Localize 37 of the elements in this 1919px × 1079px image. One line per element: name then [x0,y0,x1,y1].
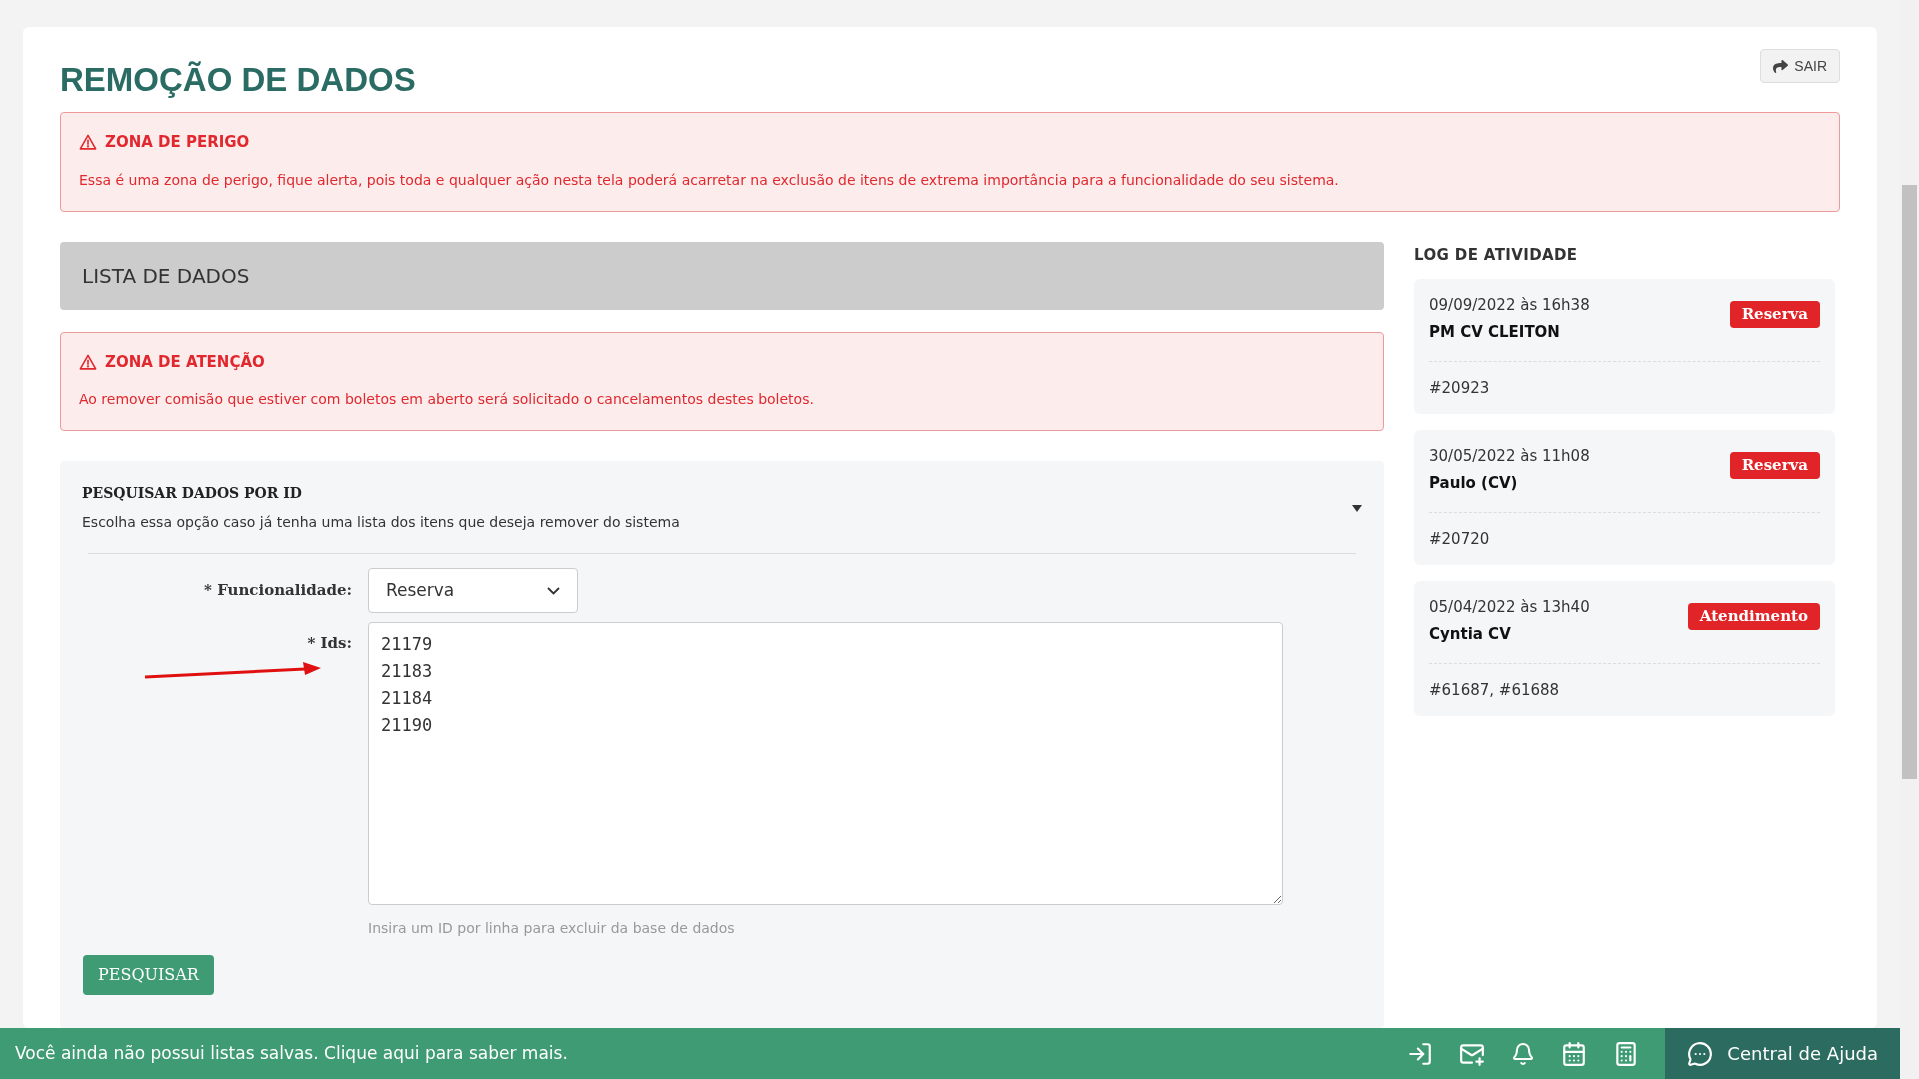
chat-bubble-icon [1687,1040,1714,1067]
log-datetime: 09/09/2022 às 16h38 [1429,295,1590,316]
ids-textarea[interactable]: 21179 21183 21184 21190 [368,622,1283,905]
log-tag: Reserva [1729,301,1820,328]
chevron-down-icon [547,586,560,595]
log-ids: #20923 [1429,379,1490,397]
log-user: PM CV CLEITON [1429,321,1561,343]
warning-icon [79,353,97,370]
alert-title: ZONA DE PERIGO [105,132,250,153]
collapse-header[interactable]: PESQUISAR DADOS POR ID Escolha essa opção caso já tenha uma lista dos itens que deseja remover do sistema [82,483,1362,553]
log-ids: #61687, #61688 [1429,681,1560,699]
field-label: * Ids: [306,633,353,654]
share-arrow-icon [1773,58,1789,74]
warning-icon [79,134,97,151]
alert-message: Essa é uma zona de perigo, fique alerta, pois toda e qualquer ação nesta tela poderá acarretar na exclusão de itens de extrema importância para a funcionalidade do seu sistema. [79,170,1340,190]
log-ids: #20720 [1429,530,1490,548]
panel-title: PESQUISAR DADOS POR ID [82,484,303,503]
log-datetime: 05/04/2022 às 13h40 [1429,597,1590,618]
field-label: * Funcionalidade: [203,580,353,602]
section-header: LISTA DE DADOS [60,241,1384,310]
page-title: REMOÇÃO DE DADOS [60,63,416,96]
caret-icon [1352,504,1362,512]
help-text: Insira um ID por linha para excluir da base de dados [368,919,736,938]
log-tag: Reserva [1729,452,1820,479]
log-user: Paulo (CV) [1429,472,1519,494]
calendar-icon[interactable] [1561,1040,1588,1067]
panel-description: Escolha essa opção caso já tenha uma lista dos itens que deseja remover do sistema [82,513,680,532]
log-title: LOG DE ATIVIDADE [1414,244,1579,266]
alert-message: Ao remover comisão que estiver com boletos em aberto será solicitado o cancelamentos destes boletos. [79,390,815,409]
log-tag: Atendimento [1687,603,1820,630]
log-user: Cyntia CV [1429,623,1512,645]
log-datetime: 30/05/2022 às 11h08 [1429,446,1590,467]
alert-title: ZONA DE ATENÇÃO [105,351,265,373]
exit-button[interactable]: SAIR [1760,49,1840,83]
functionality-select[interactable]: Reserva [368,568,578,613]
help-center-button[interactable]: Central de Ajuda [1665,1028,1900,1079]
bell-icon[interactable] [1511,1041,1536,1066]
